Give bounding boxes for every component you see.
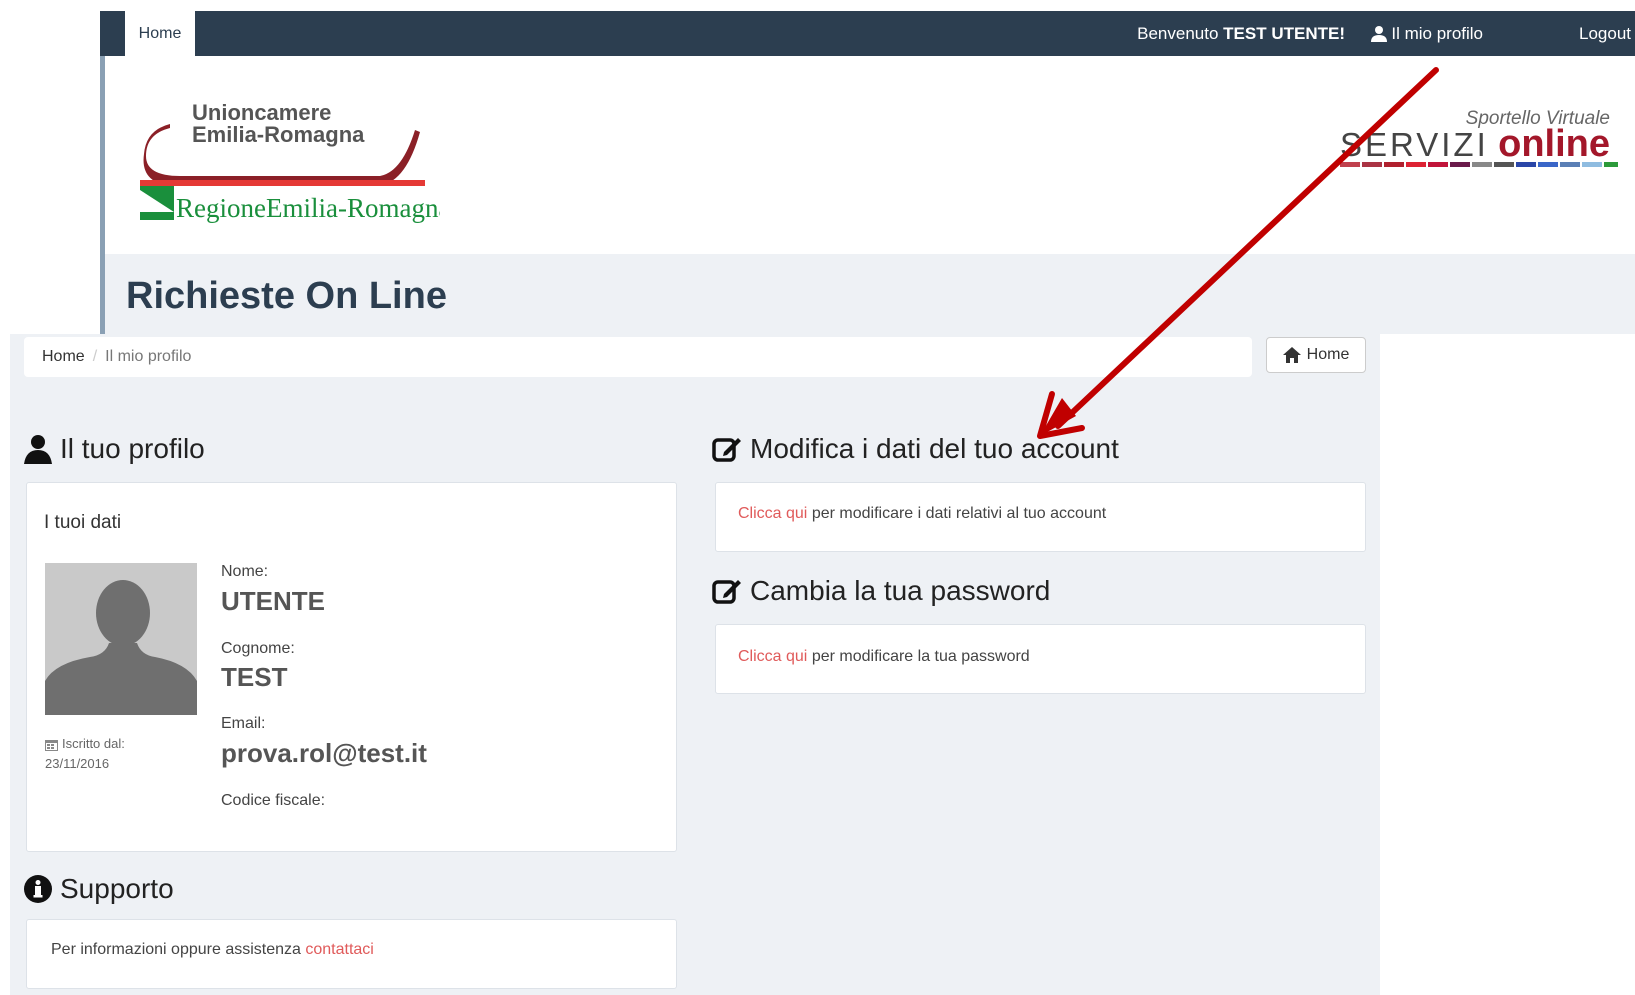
annotation-arrow [1037, 67, 1439, 439]
